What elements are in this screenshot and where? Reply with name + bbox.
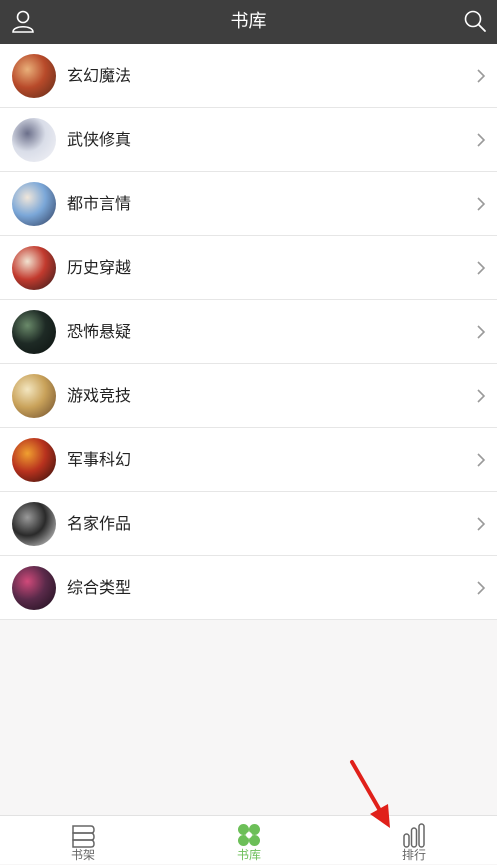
tab-library[interactable]: 书库 (166, 816, 332, 865)
tab-label: 书架 (70, 848, 95, 862)
chevron-right-icon (477, 581, 486, 595)
book-cover-thumbnail (12, 54, 56, 98)
category-row[interactable]: 综合类型 (0, 556, 497, 620)
category-label: 武侠修真 (67, 130, 132, 149)
category-label: 都市言情 (67, 194, 132, 213)
book-cover-thumbnail (12, 246, 56, 290)
book-cover-thumbnail (12, 118, 56, 162)
ranking-icon (403, 823, 425, 848)
category-row[interactable]: 玄幻魔法 (0, 44, 497, 108)
chevron-right-icon (477, 517, 486, 531)
category-label: 历史穿越 (67, 258, 132, 277)
category-row[interactable]: 恐怖悬疑 (0, 300, 497, 364)
book-cover-thumbnail (12, 502, 56, 546)
category-row[interactable]: 名家作品 (0, 492, 497, 556)
category-list: 玄幻魔法武侠修真都市言情历史穿越恐怖悬疑游戏竞技军事科幻名家作品综合类型 (0, 44, 497, 620)
category-row[interactable]: 历史穿越 (0, 236, 497, 300)
book-cover-thumbnail (12, 182, 56, 226)
book-cover-thumbnail (12, 310, 56, 354)
chevron-right-icon (477, 325, 486, 339)
category-label: 游戏竞技 (67, 386, 132, 405)
bottom-tab-bar: 书架 书库 排行 (0, 815, 497, 864)
red-arrow-annotation (350, 760, 390, 828)
tab-label: 排行 (401, 848, 426, 862)
chevron-right-icon (477, 261, 486, 275)
search-icon (464, 10, 486, 32)
category-label: 名家作品 (67, 514, 132, 533)
category-row[interactable]: 武侠修真 (0, 108, 497, 172)
chevron-right-icon (477, 389, 486, 403)
category-row[interactable]: 军事科幻 (0, 428, 497, 492)
page-title: 书库 (230, 11, 267, 32)
bookshelf-icon (72, 825, 95, 848)
tab-label: 书库 (236, 848, 261, 862)
app-header: 书库 (0, 0, 497, 44)
category-label: 军事科幻 (67, 450, 132, 469)
category-label: 玄幻魔法 (67, 66, 132, 85)
chevron-right-icon (477, 69, 486, 83)
chevron-right-icon (477, 197, 486, 211)
category-label: 综合类型 (67, 578, 132, 597)
book-cover-thumbnail (12, 566, 56, 610)
category-label: 恐怖悬疑 (67, 322, 132, 341)
library-icon (238, 824, 260, 846)
book-cover-thumbnail (12, 438, 56, 482)
chevron-right-icon (477, 133, 486, 147)
chevron-right-icon (477, 453, 486, 467)
category-row[interactable]: 都市言情 (0, 172, 497, 236)
tab-bookshelf[interactable]: 书架 (0, 816, 166, 865)
category-row[interactable]: 游戏竞技 (0, 364, 497, 428)
search-button[interactable] (461, 7, 489, 35)
book-cover-thumbnail (12, 374, 56, 418)
